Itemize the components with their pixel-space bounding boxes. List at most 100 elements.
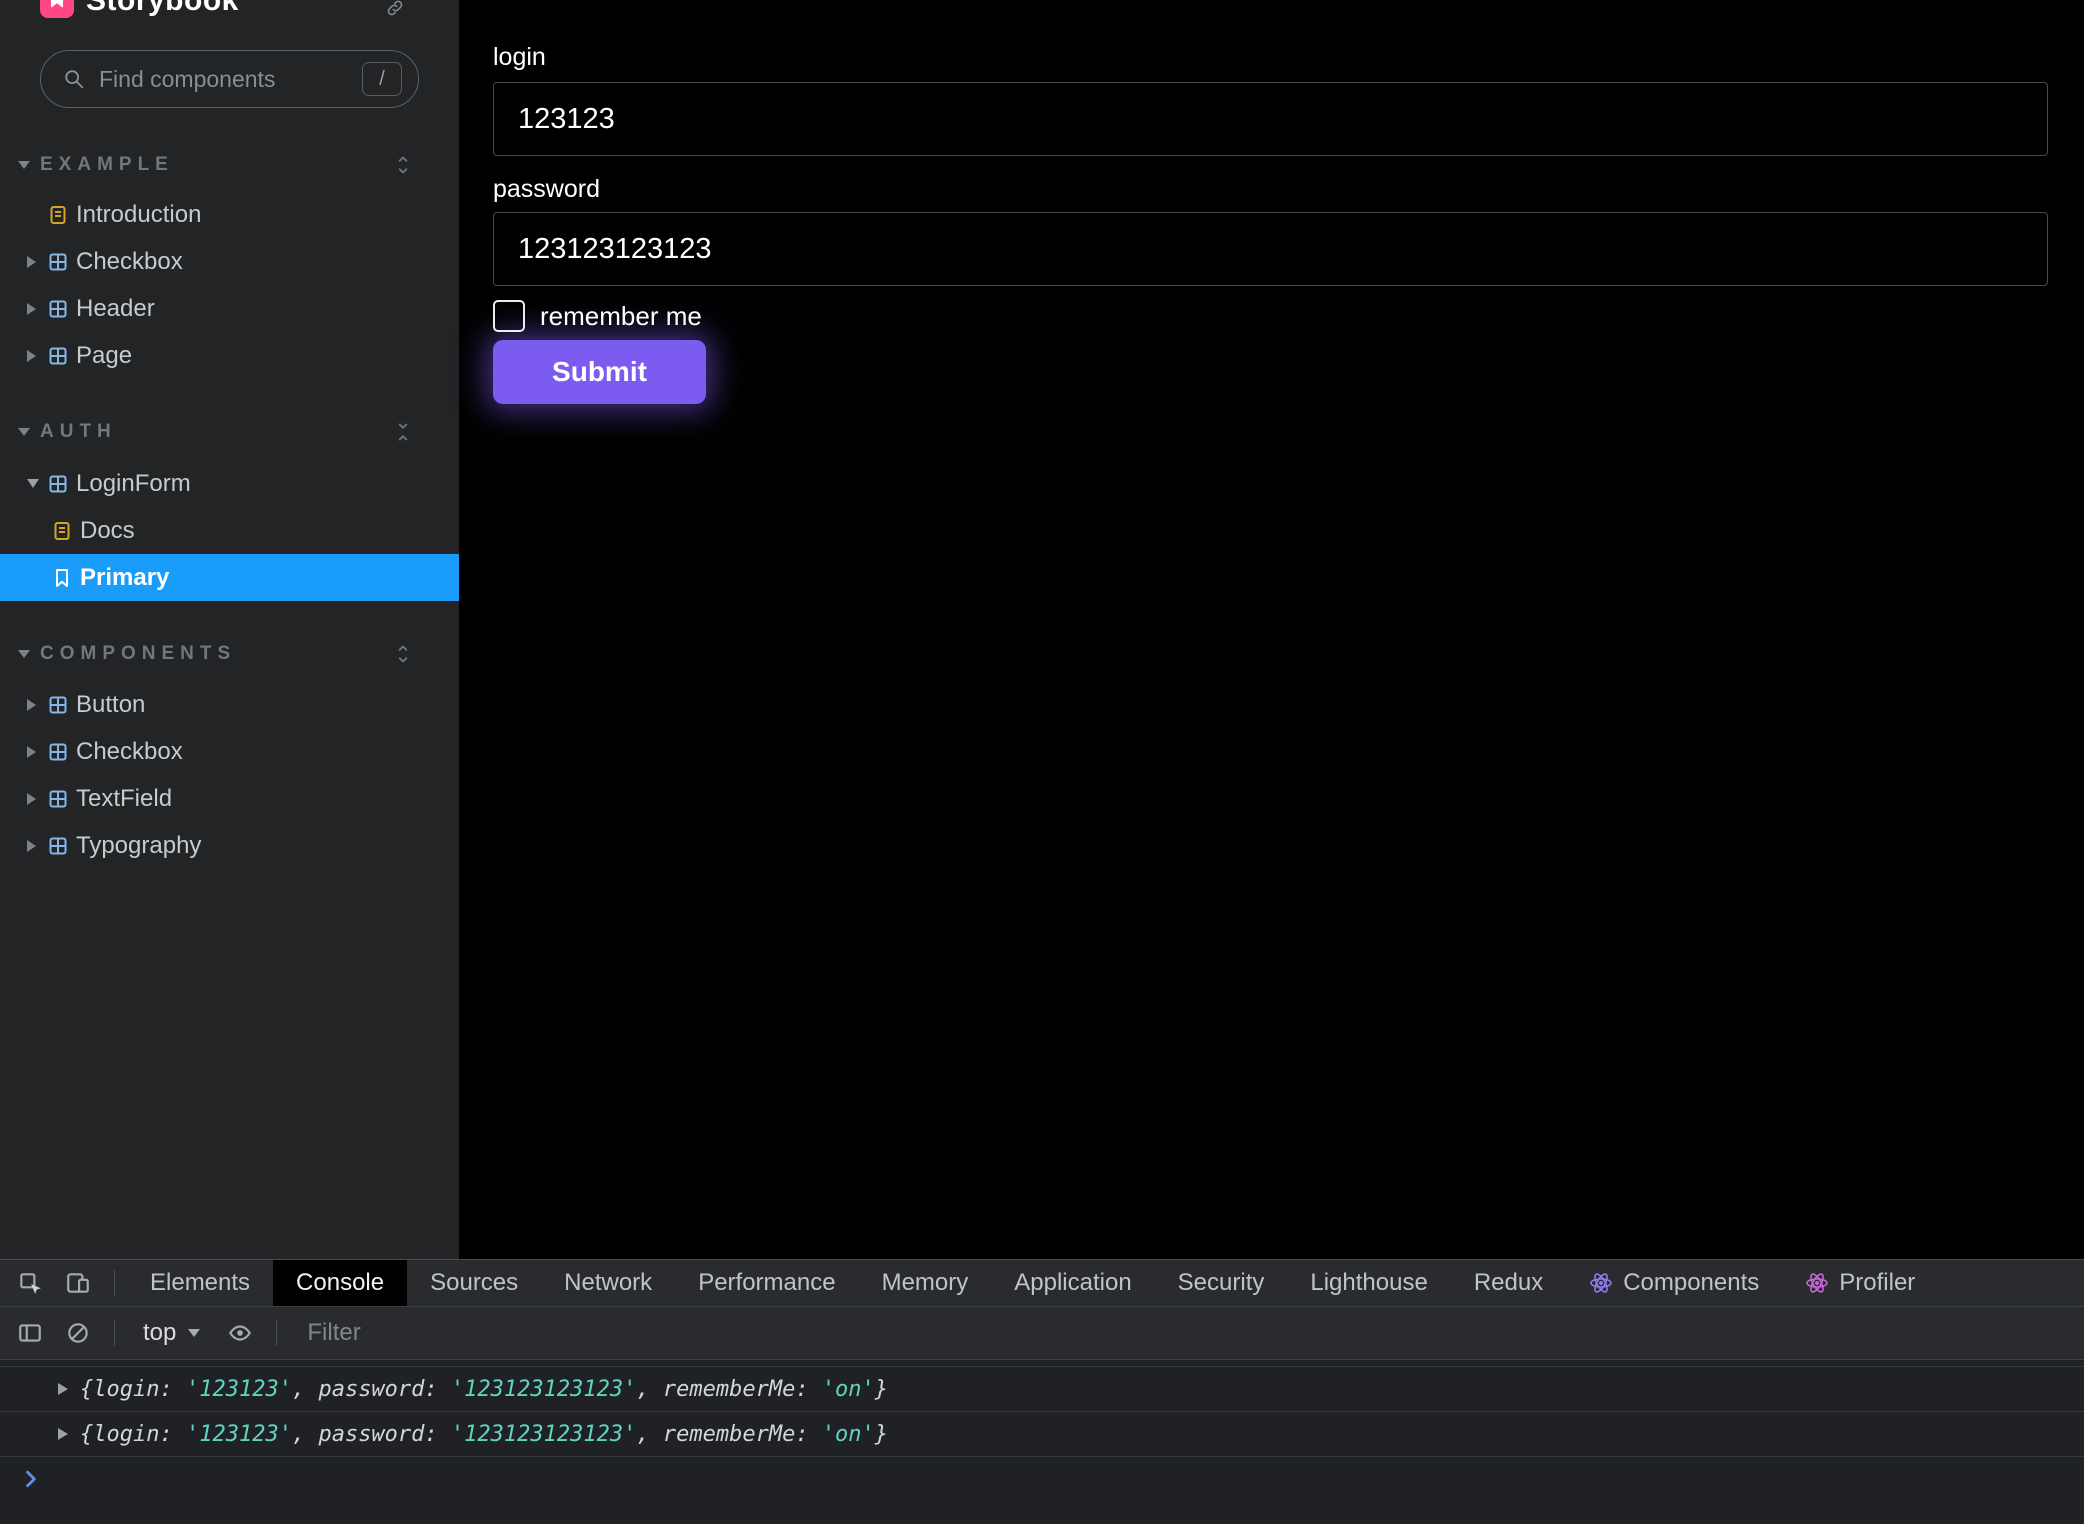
remember-me-checkbox[interactable] bbox=[493, 300, 525, 332]
component-icon bbox=[48, 252, 68, 272]
sidebar-item-checkbox[interactable]: Checkbox bbox=[0, 238, 459, 285]
divider bbox=[114, 1320, 115, 1346]
caret-right-icon[interactable] bbox=[27, 256, 36, 268]
storybook-logo-icon[interactable] bbox=[40, 0, 74, 18]
clear-console-icon[interactable] bbox=[54, 1320, 102, 1346]
app-window: Storybook / EXAMPLE bbox=[0, 0, 2084, 1524]
section-expand-all-icon[interactable] bbox=[393, 644, 413, 664]
tab-console[interactable]: Console bbox=[273, 1260, 407, 1306]
caret-right-icon[interactable] bbox=[27, 350, 36, 362]
tab-elements[interactable]: Elements bbox=[127, 1260, 273, 1306]
tab-security[interactable]: Security bbox=[1155, 1260, 1288, 1306]
caret-down-icon bbox=[18, 161, 30, 169]
caret-right-icon[interactable] bbox=[27, 840, 36, 852]
component-icon bbox=[48, 742, 68, 762]
password-label: password bbox=[493, 174, 2048, 204]
component-icon bbox=[48, 474, 68, 494]
dock-side-icon[interactable] bbox=[6, 1320, 54, 1346]
remember-me-row: remember me bbox=[493, 300, 2048, 332]
sidebar-item-introduction[interactable]: Introduction bbox=[0, 191, 459, 238]
caret-right-icon[interactable] bbox=[27, 793, 36, 805]
search-input[interactable] bbox=[97, 65, 362, 94]
sidebar-item-checkbox-2[interactable]: Checkbox bbox=[0, 728, 459, 775]
section-header-components[interactable]: COMPONENTS bbox=[0, 641, 459, 667]
sidebar-item-docs[interactable]: Docs bbox=[0, 507, 459, 554]
password-input[interactable] bbox=[493, 212, 2048, 286]
storybook-sidebar: Storybook / EXAMPLE bbox=[0, 0, 459, 1259]
section-collapse-all-icon[interactable] bbox=[393, 422, 413, 442]
caret-down-icon bbox=[18, 428, 30, 436]
link-icon[interactable] bbox=[385, 0, 405, 23]
section-title: COMPONENTS bbox=[40, 643, 236, 665]
sidebar-item-loginform[interactable]: LoginForm bbox=[0, 460, 459, 507]
devtools-tabbar: Elements Console Sources Network Perform… bbox=[0, 1260, 2084, 1307]
component-icon bbox=[48, 836, 68, 856]
console-messages: {login: '123123', password: '12312312312… bbox=[0, 1366, 2084, 1501]
console-object-preview: {login: '123123', password: '12312312312… bbox=[80, 1422, 888, 1447]
tab-profiler[interactable]: Profiler bbox=[1782, 1260, 1938, 1306]
react-atom-icon bbox=[1589, 1271, 1613, 1295]
search-shortcut-badge: / bbox=[362, 62, 402, 96]
section-items-example: Introduction Checkbox Header bbox=[0, 191, 459, 379]
tab-performance[interactable]: Performance bbox=[675, 1260, 858, 1306]
tab-memory[interactable]: Memory bbox=[859, 1260, 992, 1306]
chevron-down-icon bbox=[188, 1329, 200, 1337]
sidebar-item-typography[interactable]: Typography bbox=[0, 822, 459, 869]
sidebar-item-header[interactable]: Header bbox=[0, 285, 459, 332]
console-prompt-icon bbox=[22, 1470, 40, 1488]
document-icon bbox=[52, 521, 72, 541]
devtools-panel: Elements Console Sources Network Perform… bbox=[0, 1259, 2084, 1524]
component-icon bbox=[48, 346, 68, 366]
sidebar-item-page[interactable]: Page bbox=[0, 332, 459, 379]
caret-right-icon[interactable] bbox=[27, 746, 36, 758]
bookmark-icon bbox=[52, 568, 72, 588]
component-icon bbox=[48, 299, 68, 319]
caret-right-icon[interactable] bbox=[27, 303, 36, 315]
remember-me-label: remember me bbox=[540, 301, 702, 332]
search-box[interactable]: / bbox=[40, 50, 419, 108]
document-icon bbox=[48, 205, 68, 225]
section-items-auth: LoginForm Docs Primary bbox=[0, 460, 459, 601]
disclosure-triangle-icon[interactable] bbox=[58, 1383, 68, 1395]
tab-application[interactable]: Application bbox=[991, 1260, 1154, 1306]
sidebar-item-primary-selected[interactable]: Primary bbox=[0, 554, 459, 601]
tab-network[interactable]: Network bbox=[541, 1260, 675, 1306]
login-input[interactable] bbox=[493, 82, 2048, 156]
console-message-row: {login: '123123', password: '12312312312… bbox=[0, 1412, 2084, 1457]
console-filter-input[interactable] bbox=[305, 1318, 2084, 1348]
component-icon bbox=[48, 789, 68, 809]
divider bbox=[276, 1320, 277, 1346]
submit-button[interactable]: Submit bbox=[493, 340, 706, 404]
tab-sources[interactable]: Sources bbox=[407, 1260, 541, 1306]
caret-down-icon[interactable] bbox=[27, 479, 39, 488]
story-canvas: login password remember me Submit bbox=[459, 0, 2084, 1259]
section-header-auth[interactable]: AUTH bbox=[0, 419, 459, 445]
caret-right-icon[interactable] bbox=[27, 699, 36, 711]
console-object-preview: {login: '123123', password: '12312312312… bbox=[80, 1377, 888, 1402]
eye-icon[interactable] bbox=[216, 1320, 264, 1346]
section-expand-all-icon[interactable] bbox=[393, 155, 413, 175]
brand-title[interactable]: Storybook bbox=[86, 0, 239, 18]
context-selector[interactable]: top bbox=[127, 1319, 216, 1347]
tab-redux[interactable]: Redux bbox=[1451, 1260, 1566, 1306]
caret-down-icon bbox=[18, 650, 30, 658]
tab-components[interactable]: Components bbox=[1566, 1260, 1782, 1306]
login-label: login bbox=[493, 42, 2048, 72]
section-items-components: Button Checkbox TextField bbox=[0, 681, 459, 869]
react-atom-icon bbox=[1805, 1271, 1829, 1295]
section-header-example[interactable]: EXAMPLE bbox=[0, 152, 459, 178]
sidebar-item-textfield[interactable]: TextField bbox=[0, 775, 459, 822]
brand-row: Storybook bbox=[0, 0, 459, 22]
sidebar-item-button[interactable]: Button bbox=[0, 681, 459, 728]
disclosure-triangle-icon[interactable] bbox=[58, 1428, 68, 1440]
divider bbox=[114, 1270, 115, 1296]
login-form: login password remember me Submit bbox=[459, 0, 2084, 404]
search-icon bbox=[63, 68, 85, 90]
section-title: EXAMPLE bbox=[40, 154, 174, 176]
device-toolbar-icon[interactable] bbox=[54, 1260, 102, 1306]
tab-lighthouse[interactable]: Lighthouse bbox=[1287, 1260, 1450, 1306]
console-prompt[interactable] bbox=[0, 1457, 2084, 1501]
console-toolbar: top bbox=[0, 1307, 2084, 1360]
component-icon bbox=[48, 695, 68, 715]
inspect-element-icon[interactable] bbox=[6, 1260, 54, 1306]
